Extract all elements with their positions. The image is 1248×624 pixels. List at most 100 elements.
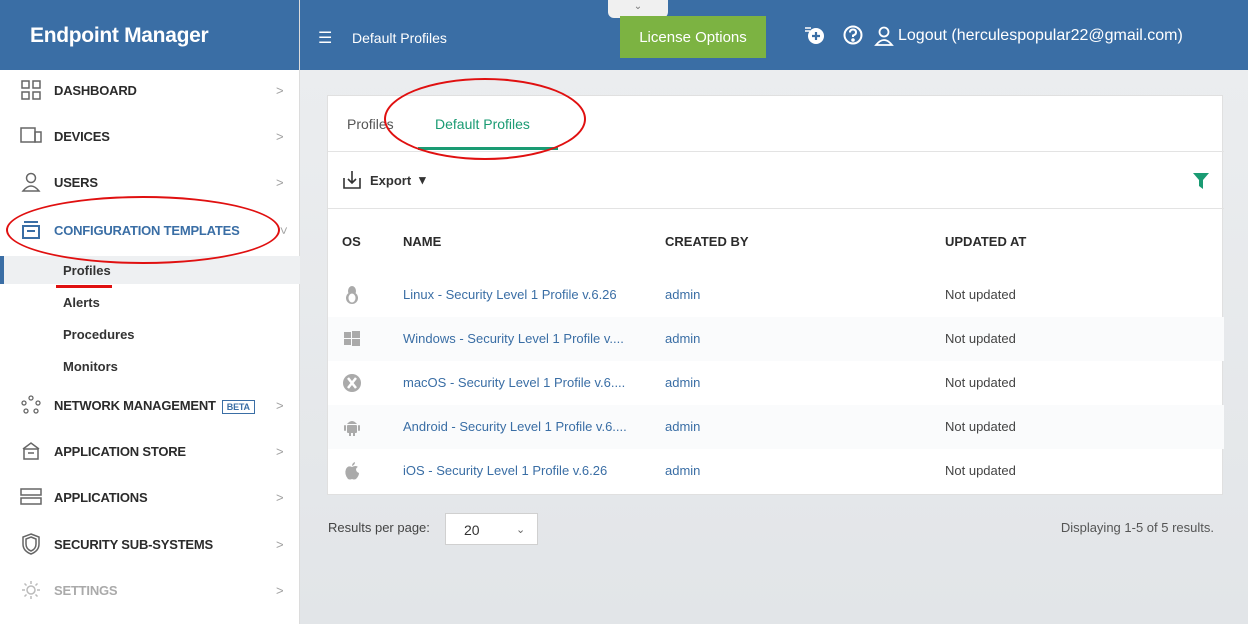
table-row[interactable]: Android - Security Level 1 Profile v.6..… (328, 405, 1224, 449)
results-summary: Displaying 1-5 of 5 results. (1060, 520, 1214, 535)
devices-icon (20, 125, 42, 147)
chevron-right-icon: > (276, 489, 284, 505)
updated-at: Not updated (945, 463, 1016, 478)
created-by-link[interactable]: admin (665, 375, 700, 390)
user-icon (20, 171, 42, 193)
sidebar-item-settings[interactable]: SETTINGS > (0, 570, 300, 610)
divider (328, 208, 1224, 209)
chevron-down-icon: > (276, 226, 292, 234)
chevron-right-icon: > (276, 174, 284, 190)
add-notification-icon[interactable] (804, 24, 826, 46)
tab-default-profiles[interactable]: Default Profiles (435, 116, 530, 132)
profile-name-link[interactable]: Windows - Security Level 1 Profile v.... (403, 331, 624, 346)
updated-at: Not updated (945, 419, 1016, 434)
sidebar-subitem-alerts[interactable]: Alerts (0, 288, 300, 316)
sidebar-item-label: USERS (54, 174, 98, 190)
chevron-right-icon: > (276, 443, 284, 459)
chevron-right-icon: > (276, 128, 284, 144)
chevron-right-icon: > (276, 582, 284, 598)
column-header-created-by[interactable]: CREATED BY (665, 234, 749, 249)
updated-at: Not updated (945, 331, 1016, 346)
sidebar-item-applications[interactable]: APPLICATIONS > (0, 477, 300, 517)
results-per-page-select[interactable]: 20 ⌄ (445, 513, 538, 545)
logout-link[interactable]: Logout (herculespopular22@gmail.com) (874, 26, 1183, 46)
sidebar-item-label: DEVICES (54, 128, 110, 144)
sidebar-item-label: APPLICATIONS (54, 489, 148, 505)
column-header-updated-at[interactable]: UPDATED AT (945, 234, 1026, 249)
caret-down-icon: ▾ (419, 172, 426, 187)
logout-label: Logout (herculespopular22@gmail.com) (898, 27, 1183, 44)
sidebar-item-application-store[interactable]: APPLICATION STORE > (0, 431, 300, 471)
top-bar: ⌄ ☰ Default Profiles License Options Log… (300, 0, 1248, 70)
column-header-name[interactable]: NAME (403, 234, 441, 249)
profile-name-link[interactable]: macOS - Security Level 1 Profile v.6.... (403, 375, 625, 390)
sidebar-item-label: NETWORK MANAGEMENT BETA (54, 398, 255, 414)
app-title: Endpoint Manager (0, 0, 299, 70)
sidebar-item-label: SECURITY SUB-SYSTEMS (54, 536, 214, 552)
applications-icon (20, 486, 42, 508)
sidebar-item-users[interactable]: USERS > (0, 162, 300, 202)
hamburger-menu-icon[interactable]: ☰ (318, 28, 332, 48)
templates-icon (20, 219, 42, 241)
created-by-link[interactable]: admin (665, 419, 700, 434)
sidebar-subitem-procedures[interactable]: Procedures (0, 320, 300, 348)
table-row[interactable]: Windows - Security Level 1 Profile v....… (328, 317, 1224, 361)
macos-icon (342, 373, 362, 393)
export-button[interactable]: Export ▾ (342, 170, 426, 190)
table-row[interactable]: iOS - Security Level 1 Profile v.6.26 ad… (328, 449, 1224, 493)
sidebar-subitem-monitors[interactable]: Monitors (0, 352, 300, 380)
divider (328, 151, 1224, 152)
sidebar-item-dashboard[interactable]: DASHBOARD > (0, 70, 300, 110)
profile-name-link[interactable]: iOS - Security Level 1 Profile v.6.26 (403, 463, 607, 478)
profiles-panel: Profiles Default Profiles Export ▾ OS NA… (327, 95, 1224, 495)
beta-badge: BETA (221, 399, 255, 414)
chevron-right-icon: > (276, 82, 284, 98)
profile-name-link[interactable]: Linux - Security Level 1 Profile v.6.26 (403, 287, 617, 302)
sidebar-item-label: SETTINGS (54, 582, 118, 598)
sidebar-item-label: DASHBOARD (54, 82, 137, 98)
chevron-down-icon: ⌄ (516, 524, 526, 536)
filter-icon[interactable] (1192, 172, 1210, 193)
chevron-right-icon: > (276, 397, 284, 413)
sidebar-item-devices[interactable]: DEVICES > (0, 116, 300, 156)
created-by-link[interactable]: admin (665, 287, 700, 302)
store-icon (20, 440, 42, 462)
sidebar-item-label: CONFIGURATION TEMPLATES (54, 222, 240, 238)
sidebar-subitem-label: Alerts (63, 295, 100, 310)
table-row[interactable]: Linux - Security Level 1 Profile v.6.26 … (328, 273, 1224, 317)
android-icon (342, 417, 362, 437)
sidebar: Endpoint Manager DASHBOARD > DEVICES > U… (0, 0, 300, 624)
results-per-page-value: 20 (464, 522, 480, 538)
help-icon[interactable] (842, 24, 864, 46)
export-icon (343, 171, 361, 189)
sidebar-subitem-label: Procedures (63, 327, 135, 342)
updated-at: Not updated (945, 287, 1016, 302)
sidebar-item-network-management[interactable]: NETWORK MANAGEMENT BETA > (0, 385, 300, 425)
license-options-button[interactable]: License Options (620, 16, 766, 58)
table-row[interactable]: macOS - Security Level 1 Profile v.6....… (328, 361, 1224, 405)
network-icon (20, 394, 42, 416)
sidebar-item-security-sub-systems[interactable]: SECURITY SUB-SYSTEMS > (0, 524, 300, 564)
annotation-underline (56, 285, 112, 288)
results-per-page-label: Results per page: (328, 520, 430, 535)
linux-icon (342, 285, 362, 305)
sidebar-item-configuration-templates[interactable]: CONFIGURATION TEMPLATES > (0, 210, 300, 250)
sidebar-subitem-label: Monitors (63, 359, 118, 374)
chevron-right-icon: > (276, 536, 284, 552)
profile-name-link[interactable]: Android - Security Level 1 Profile v.6..… (403, 419, 627, 434)
page-title: Default Profiles (352, 30, 447, 46)
windows-icon (342, 329, 362, 349)
tab-profiles[interactable]: Profiles (347, 116, 394, 132)
sidebar-item-label: APPLICATION STORE (54, 443, 186, 459)
active-tab-indicator (418, 147, 558, 150)
dashboard-icon (20, 79, 42, 101)
column-header-os[interactable]: OS (342, 234, 361, 249)
user-icon (874, 26, 894, 46)
export-label: Export (370, 172, 412, 188)
sidebar-subitem-profiles[interactable]: Profiles (0, 256, 300, 284)
apple-icon (342, 461, 362, 481)
created-by-link[interactable]: admin (665, 463, 700, 478)
sidebar-subitem-label: Profiles (63, 263, 111, 278)
created-by-link[interactable]: admin (665, 331, 700, 346)
gear-icon (20, 579, 42, 601)
